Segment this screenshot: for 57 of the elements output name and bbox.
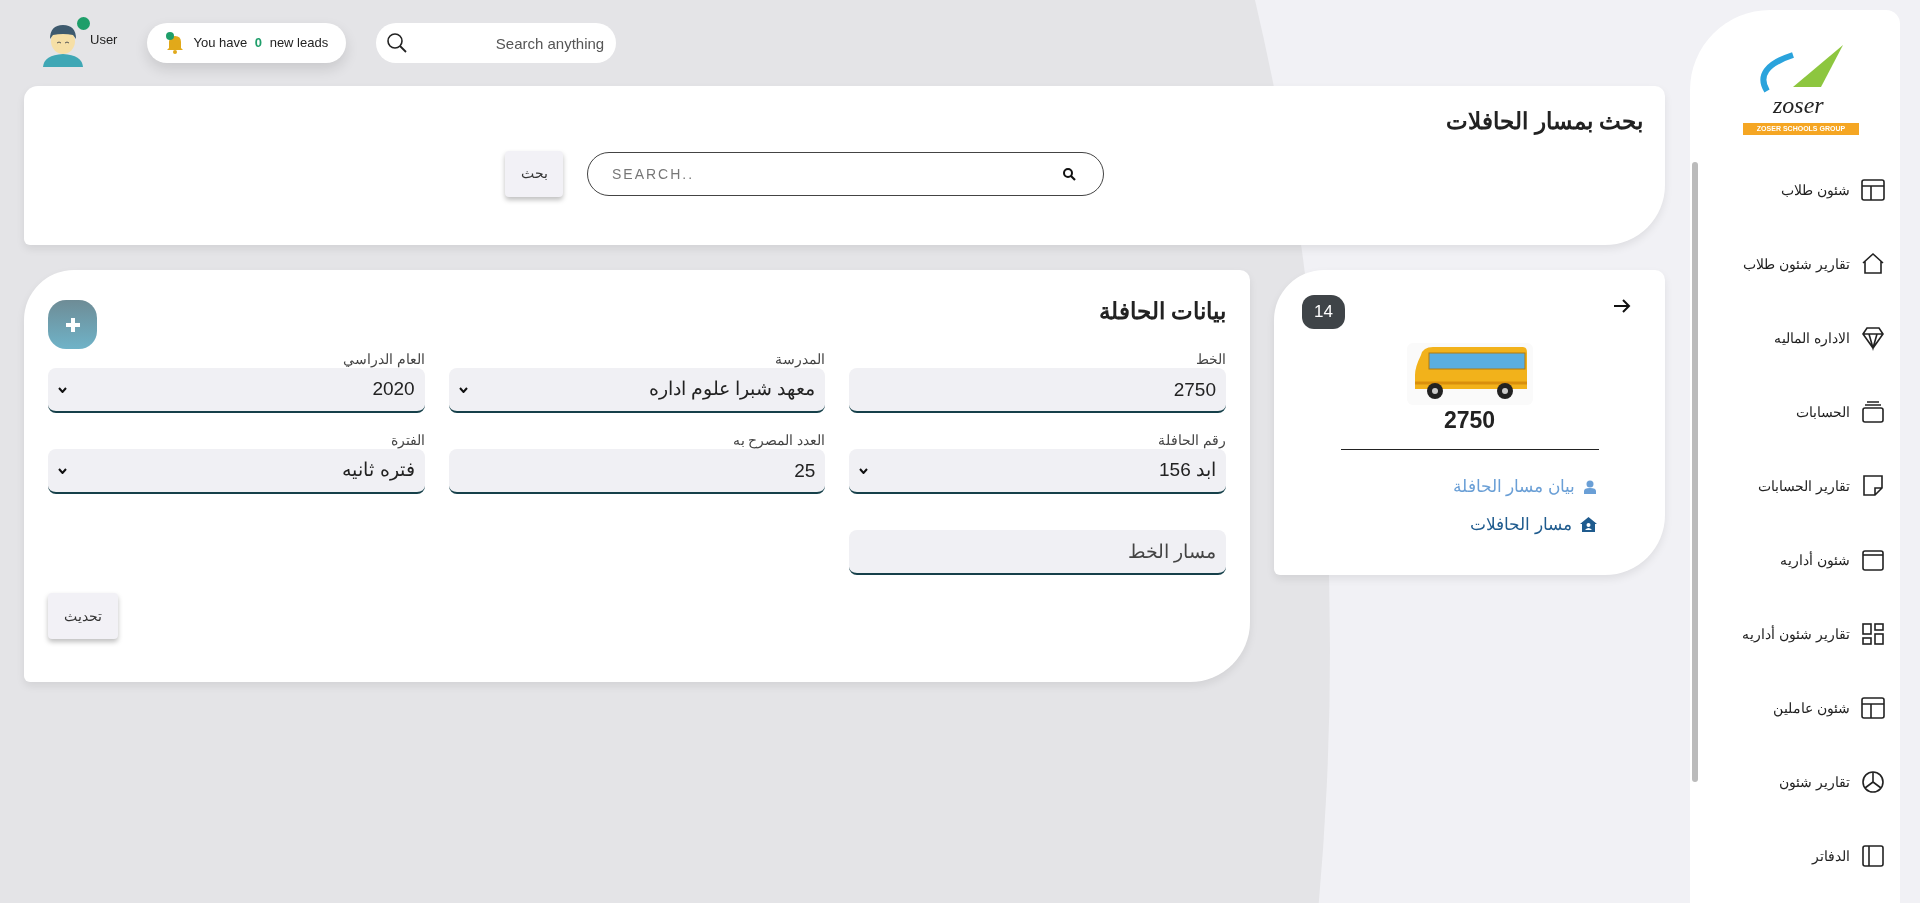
field-label: العام الدراسي [341,350,425,368]
chevron-down-icon [859,467,869,474]
update-button[interactable]: تحديث [48,593,118,639]
chevron-down-icon [458,386,468,393]
field-label: الفترة [389,431,425,449]
bus-number: 2750 [1443,409,1496,432]
select-field[interactable]: فتره ثانيه [48,449,425,494]
search-icon [1062,166,1076,181]
search-button[interactable]: بحث [505,150,563,197]
field-label: العدد المصرح به [731,431,826,449]
pie-chart-icon [1860,769,1886,795]
calendar-icon [1860,547,1886,573]
route-link[interactable]: مسار الحافلات [1470,511,1597,537]
sidebar-item[interactable]: الدفاتر [1742,819,1900,893]
input-field[interactable]: 2750 [849,368,1226,413]
input-field[interactable]: 25 [448,449,826,494]
add-button[interactable] [48,300,97,349]
field-label: الخط [1195,350,1226,368]
count-badge: 14 [1302,295,1345,329]
select-field[interactable]: معهد شبرا علوم اداره [448,368,826,413]
leads-pill[interactable]: You have 0 new leads [147,23,347,63]
layout-icon [1860,695,1886,721]
field-label: المدرسة [774,350,826,368]
sidebar-item[interactable]: تقارير الحسابات [1742,449,1900,523]
route-search-field[interactable]: SEARCH.. [587,151,1104,196]
user-icon [1583,479,1597,494]
global-search-field[interactable]: Search anything [376,23,617,63]
sidebar-panel-icon [1860,843,1886,869]
sidebar-item[interactable]: شئون أداريه [1742,523,1900,597]
diamond-icon [1860,325,1886,351]
select-field[interactable]: 2020 [48,368,425,413]
field-label: رقم الحافلة [1157,431,1226,449]
plus-icon [64,316,81,333]
chevron-down-icon [58,386,67,393]
sidebar-item[interactable]: شئون عاملين [1742,671,1900,745]
sidebar-item[interactable]: تقارير شئون أداريه [1742,597,1900,671]
leads-text: You have 0 new leads [193,34,329,53]
house-user-icon [1580,516,1597,532]
sidebar-item[interactable]: شئون طلاب [1742,153,1900,227]
chevron-down-icon [58,467,67,474]
note-icon [1860,473,1886,499]
card-title: بحث بمسار الحافلات [1446,107,1643,137]
house-icon [1860,251,1886,277]
sidebar-item[interactable]: تقارير شئون طلاب [1742,227,1900,301]
bell-icon [165,32,186,54]
grid-icon [1860,621,1886,647]
input-field[interactable]: مسار الخط [849,530,1226,575]
sidebar-item[interactable]: الحسابات [1742,375,1900,449]
sidebar-item[interactable]: تقارير شئون [1742,745,1900,819]
user-name[interactable]: User [90,29,118,49]
stack-icon [1860,399,1886,425]
sidebar-item[interactable]: الاداره الماليه [1742,301,1900,375]
card-title: بيانات الحافلة [1098,297,1226,326]
select-field[interactable]: ابد 156 [849,449,1226,494]
arrow-right-icon[interactable] [1613,298,1631,314]
search-icon [386,32,409,54]
layout-icon [1860,177,1886,203]
